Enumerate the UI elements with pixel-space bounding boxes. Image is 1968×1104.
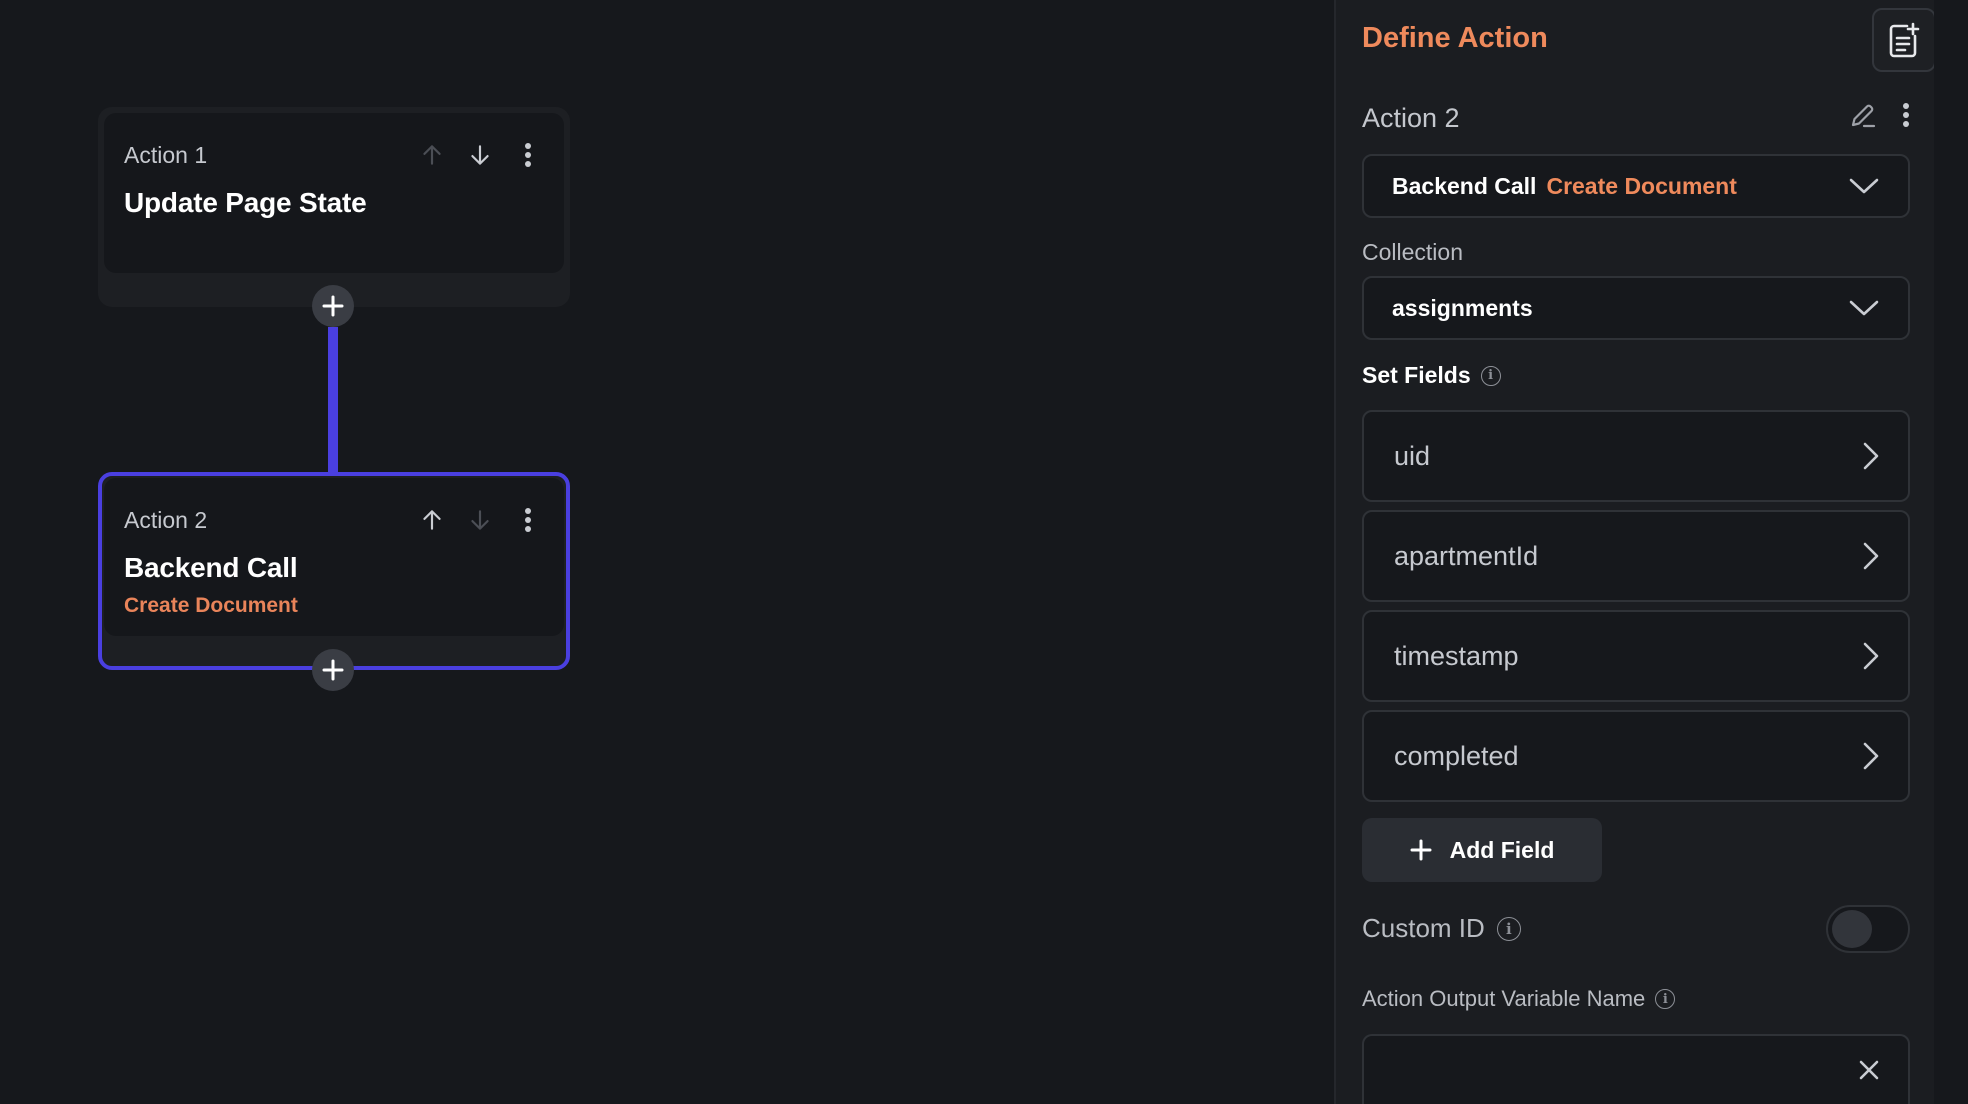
window-edge-strip <box>1934 0 1968 1104</box>
action-node-2[interactable]: Action 2 Backend Call Create Document <box>98 472 570 670</box>
field-name: uid <box>1394 440 1431 471</box>
add-note-button[interactable] <box>1872 8 1936 72</box>
action-card-2[interactable]: Action 2 Backend Call Create Document <box>104 478 564 636</box>
move-down-button[interactable] <box>464 139 496 171</box>
collection-select[interactable]: assignments <box>1362 276 1910 340</box>
set-fields-label: Set Fields <box>1362 362 1471 388</box>
move-up-button[interactable] <box>416 504 448 536</box>
set-field-row[interactable]: uid <box>1362 410 1910 502</box>
action-name-label: Action 2 <box>1362 103 1460 133</box>
move-down-button[interactable] <box>464 504 496 536</box>
define-action-panel: Define Action Action 2 Backend Call Crea… <box>1334 0 1936 1104</box>
add-note-icon <box>1889 22 1920 58</box>
action-type-sub: Create Document <box>1546 172 1737 199</box>
custom-id-toggle[interactable] <box>1826 905 1910 953</box>
add-field-label: Add Field <box>1449 836 1555 863</box>
more-vertical-icon <box>1903 103 1909 127</box>
field-name: completed <box>1394 740 1519 771</box>
action-type-main: Backend Call <box>1392 172 1537 199</box>
more-vertical-icon <box>525 143 531 167</box>
collection-value: assignments <box>1392 294 1533 321</box>
edit-pencil-icon <box>1851 104 1876 128</box>
action-flow-canvas: Action 1 Update Page State Action 2 Back… <box>0 0 1334 1104</box>
chevron-down-icon <box>1849 300 1879 316</box>
action-number-label: Action 1 <box>124 141 208 168</box>
action-menu-button[interactable] <box>512 504 544 536</box>
field-name: apartmentId <box>1394 540 1539 571</box>
action-title: Backend Call <box>124 552 298 583</box>
add-action-button[interactable] <box>312 285 354 327</box>
plus-icon <box>322 295 344 317</box>
chevron-right-icon <box>1863 442 1879 470</box>
action-menu-button[interactable] <box>512 139 544 171</box>
chevron-right-icon <box>1863 642 1879 670</box>
action-title: Update Page State <box>124 187 367 218</box>
toggle-knob <box>1832 910 1872 948</box>
clear-x-icon[interactable] <box>1858 1059 1880 1081</box>
field-name: timestamp <box>1394 640 1519 671</box>
chevron-right-icon <box>1863 542 1879 570</box>
collection-label: Collection <box>1362 239 1463 265</box>
action-options-button[interactable] <box>1902 101 1910 134</box>
edit-name-button[interactable] <box>1848 100 1878 135</box>
more-vertical-icon <box>525 508 531 532</box>
arrow-down-icon <box>471 510 489 530</box>
add-action-button[interactable] <box>312 649 354 691</box>
set-field-row[interactable]: apartmentId <box>1362 510 1910 602</box>
flow-connector <box>328 327 338 472</box>
add-field-button[interactable]: Add Field <box>1362 818 1602 882</box>
action-type-select[interactable]: Backend Call Create Document <box>1362 154 1910 218</box>
action-number-label: Action 2 <box>124 506 208 533</box>
arrow-down-icon <box>471 145 489 165</box>
plus-icon <box>1410 839 1432 861</box>
action-card-1[interactable]: Action 1 Update Page State <box>104 113 564 273</box>
info-icon[interactable]: i <box>1480 365 1501 386</box>
plus-icon <box>322 659 344 681</box>
action-node-1[interactable]: Action 1 Update Page State <box>98 107 570 307</box>
custom-id-row: Custom ID i <box>1362 913 1521 944</box>
output-variable-input[interactable] <box>1392 1057 1858 1083</box>
info-icon[interactable]: i <box>1655 989 1676 1009</box>
set-field-row[interactable]: timestamp <box>1362 610 1910 702</box>
output-variable-label: Action Output Variable Name <box>1362 986 1646 1011</box>
set-field-row[interactable]: completed <box>1362 710 1910 802</box>
action-subtitle: Create Document <box>124 594 298 617</box>
chevron-down-icon <box>1849 178 1879 194</box>
arrow-up-icon <box>423 510 441 530</box>
set-fields-heading: Set Fields i <box>1362 362 1501 389</box>
custom-id-label: Custom ID <box>1362 913 1485 943</box>
move-up-button[interactable] <box>416 139 448 171</box>
output-variable-field[interactable] <box>1362 1034 1910 1104</box>
panel-title: Define Action <box>1362 22 1548 54</box>
arrow-up-icon <box>423 145 441 165</box>
chevron-right-icon <box>1863 742 1879 770</box>
output-variable-heading: Action Output Variable Name i <box>1362 986 1676 1012</box>
info-icon[interactable]: i <box>1496 916 1521 941</box>
